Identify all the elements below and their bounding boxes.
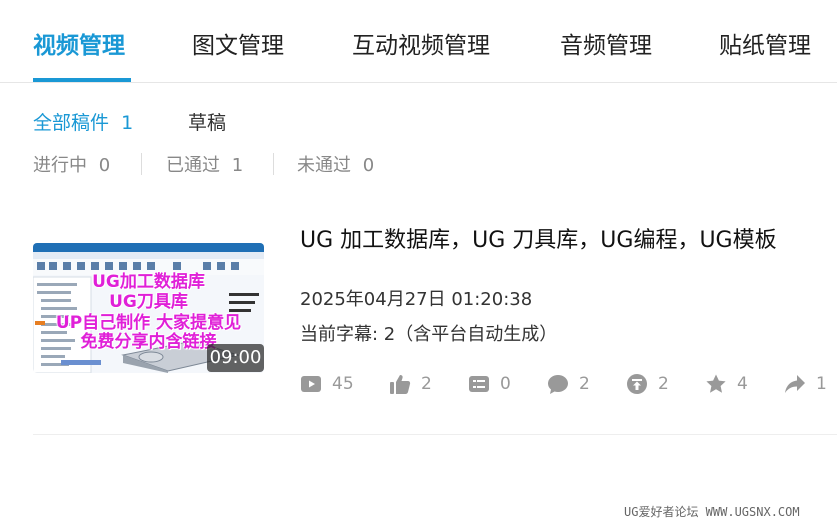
favorite-icon (706, 374, 726, 393)
tab-article-management[interactable]: 图文管理 (192, 26, 284, 60)
status-rejected-label: 未通过 (297, 155, 351, 176)
watermark: UG爱好者论坛 WWW.UGSNX.COM (624, 505, 800, 519)
status-divider (141, 153, 142, 175)
stat-likes[interactable]: 2 (389, 373, 432, 395)
stat-danmaku-count: 0 (500, 374, 511, 394)
tab-interactive-video-management[interactable]: 互动视频管理 (352, 26, 490, 60)
video-title[interactable]: UG 加工数据库，UG 刀具库，UG编程，UG模板 (300, 222, 777, 254)
like-icon (390, 375, 411, 394)
tab-video-management[interactable]: 视频管理 (33, 26, 125, 60)
stat-coins-count: 2 (658, 374, 669, 394)
status-rejected-count: 0 (362, 155, 375, 176)
stat-comments-count: 2 (579, 374, 590, 394)
comment-icon (548, 375, 568, 394)
status-in-progress[interactable]: 进行中 0 (33, 151, 110, 177)
tab-sticker-management[interactable]: 贴纸管理 (719, 26, 811, 60)
status-divider (273, 153, 274, 175)
stat-coins[interactable]: 2 (626, 373, 669, 395)
play-icon (301, 376, 321, 392)
filter-all-label: 全部稿件 (33, 112, 110, 134)
stat-favorites[interactable]: 4 (705, 373, 748, 395)
status-in-progress-count: 0 (98, 155, 111, 176)
filter-drafts[interactable]: 草稿 (188, 108, 226, 135)
thumbnail-caption-line: UG刀具库 (109, 292, 188, 312)
list-divider (33, 434, 837, 435)
tab-bar: 视频管理 图文管理 互动视频管理 音频管理 贴纸管理 (0, 0, 837, 83)
stat-comments[interactable]: 2 (547, 373, 590, 395)
status-rejected[interactable]: 未通过 0 (297, 151, 374, 177)
stat-shares[interactable]: 1 (784, 373, 827, 395)
video-publish-date: 2025年04月27日 01:20:38 (300, 289, 533, 310)
danmaku-icon (469, 376, 489, 392)
thumbnail-caption-line: UP自己制作 大家提意见 (55, 313, 242, 333)
video-duration-badge: 09:00 (207, 344, 264, 372)
thumbnail-caption-line: UG加工数据库 (92, 272, 205, 292)
tab-audio-management[interactable]: 音频管理 (560, 26, 652, 60)
stat-plays-count: 45 (332, 374, 354, 394)
share-icon (785, 375, 805, 393)
video-subtitle-info: 当前字幕: 2（含平台自动生成） (300, 324, 558, 345)
status-in-progress-label: 进行中 (33, 155, 87, 176)
filter-drafts-label: 草稿 (188, 112, 227, 134)
stat-danmaku[interactable]: 0 (468, 373, 511, 395)
stat-likes-count: 2 (421, 374, 432, 394)
active-tab-indicator (33, 78, 131, 82)
status-approved-label: 已通过 (166, 155, 220, 176)
filter-all-count: 1 (121, 112, 134, 134)
coin-icon (627, 374, 647, 394)
stat-shares-count: 1 (816, 374, 827, 394)
filter-all-submissions[interactable]: 全部稿件 1 (33, 108, 133, 135)
stat-plays[interactable]: 45 (300, 373, 354, 395)
stat-favorites-count: 4 (737, 374, 748, 394)
status-approved[interactable]: 已通过 1 (166, 151, 243, 177)
status-approved-count: 1 (231, 155, 244, 176)
